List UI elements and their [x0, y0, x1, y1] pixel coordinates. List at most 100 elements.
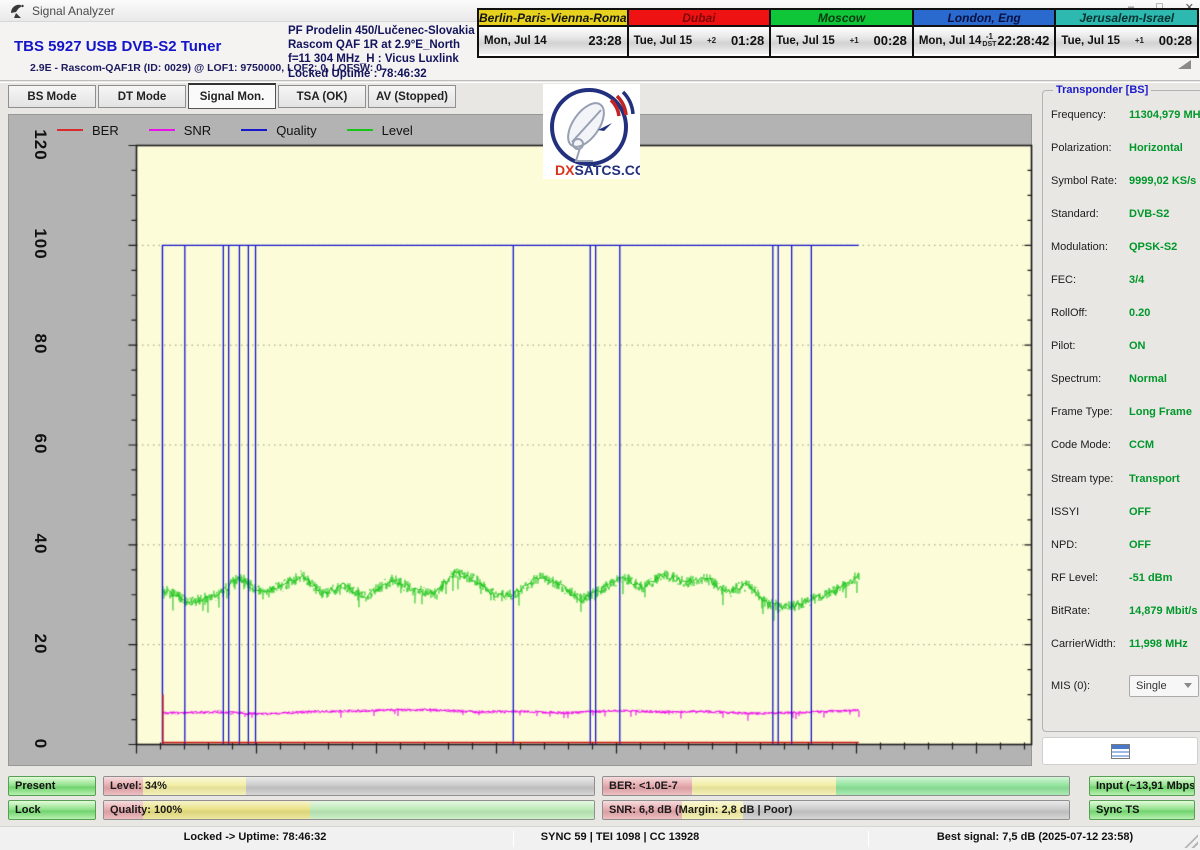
field-value: OFF	[1129, 506, 1151, 518]
transponder-row-spectrum: Spectrum:Normal	[1051, 363, 1200, 396]
transponder-row-polarization: Polarization:Horizontal	[1051, 131, 1200, 164]
tab-bs-mode[interactable]: BS Mode	[8, 85, 96, 108]
transponder-row-standard: Standard:DVB-S2	[1051, 197, 1200, 230]
clock-date: Tue, Jul 15	[776, 35, 835, 47]
clock-offset-dst: DST	[982, 41, 996, 49]
legend-line-swatch	[57, 129, 83, 131]
header-divider	[0, 80, 1200, 83]
tab-signal-mon[interactable]: Signal Mon.	[188, 83, 276, 109]
field-label: CarrierWidth:	[1051, 638, 1129, 650]
tab-av-stopped[interactable]: AV (Stopped)	[368, 85, 456, 108]
clock-time: 22:28:42	[997, 33, 1049, 48]
y-tick-label: 60	[30, 427, 50, 461]
tab-dt-mode[interactable]: DT Mode	[98, 85, 186, 108]
field-value: ON	[1129, 340, 1146, 352]
clock-date: Mon, Jul 14	[484, 35, 547, 47]
y-tick-label: 120	[30, 128, 50, 162]
transponder-row-fec: FEC:3/4	[1051, 263, 1200, 296]
antenna-info-line: f=11 304 MHz_H : Vicus Luxlink	[288, 52, 473, 66]
mis-row: MIS (0): Single	[1051, 674, 1200, 698]
field-label: Pilot:	[1051, 340, 1129, 352]
field-label: Frequency:	[1051, 109, 1129, 121]
ber-progressbar: BER: <1.0E-7	[602, 776, 1070, 796]
field-label: Modulation:	[1051, 241, 1129, 253]
clock-date: Tue, Jul 15	[634, 35, 693, 47]
transponder-row-issyi: ISSYIOFF	[1051, 495, 1200, 528]
transport-stream-icon	[1111, 744, 1130, 759]
clock-offset-value: +1	[1135, 37, 1144, 45]
snr-progressbar-label: SNR: 6,8 dB (Margin: 2,8 dB | Poor)	[609, 801, 792, 820]
level-progressbar: Level: 34%	[103, 776, 595, 796]
mis-selected-value: Single	[1136, 680, 1167, 692]
legend-item-quality: Quality	[241, 123, 316, 138]
tab-tsa-ok[interactable]: TSA (OK)	[278, 85, 366, 108]
clock-jerusalem-israel: Jerusalem-IsraelTue, Jul 15+100:28	[1054, 8, 1199, 58]
legend-label: Level	[382, 123, 413, 138]
transponder-row-rf-level: RF Level:-51 dBm	[1051, 561, 1200, 594]
legend-label: SNR	[184, 123, 211, 138]
level-progressbar-label: Level: 34%	[110, 777, 167, 796]
legend-item-ber: BER	[57, 123, 119, 138]
sync-ts-indicator: Sync TS	[1089, 800, 1195, 820]
mis-label: MIS (0):	[1051, 680, 1129, 692]
signal-chart-canvas	[9, 115, 1033, 767]
field-value: Horizontal	[1129, 142, 1183, 154]
field-value: 11304,979 MHz	[1129, 109, 1200, 121]
quality-progressbar-label: Quality: 100%	[110, 801, 182, 820]
legend-line-swatch	[347, 129, 373, 131]
legend-line-swatch	[241, 129, 267, 131]
status-uptime: Locked -> Uptime: 78:46:32	[0, 831, 510, 843]
legend-line-swatch	[149, 129, 175, 131]
field-value: 9999,02 KS/s	[1129, 175, 1196, 187]
legend-item-snr: SNR	[149, 123, 211, 138]
antenna-info-line: Locked Uptime : 78:46:32	[288, 67, 473, 81]
tuner-title: TBS 5927 USB DVB-S2 Tuner	[14, 38, 221, 55]
y-tick-label: 80	[30, 327, 50, 361]
transponder-panel: Transponder [BS] Frequency:11304,979 MHz…	[1042, 84, 1200, 732]
snr-progressbar: SNR: 6,8 dB (Margin: 2,8 dB | Poor)	[602, 800, 1070, 820]
clock-utc-offset: +1	[850, 37, 859, 45]
field-value: 14,879 Mbit/s	[1129, 605, 1197, 617]
field-label: Symbol Rate:	[1051, 175, 1129, 187]
field-label: Frame Type:	[1051, 406, 1129, 418]
clock-time: 00:28	[1159, 33, 1192, 48]
clock-utc-offset: +2	[707, 37, 716, 45]
field-value: 0.20	[1129, 307, 1150, 319]
statusbar-divider	[868, 831, 869, 847]
transponder-row-code-mode: Code Mode:CCM	[1051, 429, 1200, 462]
field-label: Standard:	[1051, 208, 1129, 220]
status-best-signal: Best signal: 7,5 dB (2025-07-12 23:58)	[870, 831, 1200, 843]
clock-city-label: Dubai	[629, 10, 770, 27]
field-value: Normal	[1129, 373, 1167, 385]
field-label: Spectrum:	[1051, 373, 1129, 385]
signal-analyzer-window: Signal Analyzer – □ ✕ TBS 5927 USB DVB-S…	[0, 0, 1200, 850]
clock-utc-offset: +1	[1135, 37, 1144, 45]
quality-progressbar: Quality: 100%	[103, 800, 595, 820]
status-sync-counters: SYNC 59 | TEI 1098 | CC 13928	[513, 831, 867, 843]
transponder-fields: Frequency:11304,979 MHzPolarization:Hori…	[1051, 98, 1200, 661]
chevron-down-icon	[1184, 683, 1192, 688]
clock-body: Tue, Jul 15+100:28	[1056, 27, 1197, 54]
field-label: NPD:	[1051, 539, 1129, 551]
clock-body: Tue, Jul 15+100:28	[771, 27, 912, 54]
field-value: DVB-S2	[1129, 208, 1169, 220]
field-label: FEC:	[1051, 274, 1129, 286]
dxsatcs-logo: DXSATCS.COM	[543, 84, 640, 179]
signal-chart-panel: BERSNRQualityLevel 020406080100120	[8, 114, 1032, 766]
legend-label: Quality	[276, 123, 316, 138]
transponder-row-frequency: Frequency:11304,979 MHz	[1051, 98, 1200, 131]
transponder-row-npd: NPD:OFF	[1051, 528, 1200, 561]
mis-select[interactable]: Single	[1129, 675, 1199, 697]
transponder-row-frame-type: Frame Type:Long Frame	[1051, 396, 1200, 429]
transponder-row-rolloff: RollOff:0.20	[1051, 297, 1200, 330]
clock-offset-value: -1	[986, 33, 993, 41]
transponder-row-symbol-rate: Symbol Rate:9999,02 KS/s	[1051, 164, 1200, 197]
transport-list-button[interactable]	[1042, 737, 1198, 765]
clock-city-label: Jerusalem-Israel	[1056, 10, 1197, 27]
clock-utc-offset: -1DST	[982, 33, 996, 49]
clock-london-eng: London, EngMon, Jul 14-1DST22:28:42	[912, 8, 1057, 58]
transponder-row-pilot: Pilot:ON	[1051, 330, 1200, 363]
statusbar-divider	[513, 831, 514, 847]
clock-body: Tue, Jul 15+201:28	[629, 27, 770, 54]
field-value: CCM	[1129, 439, 1154, 451]
